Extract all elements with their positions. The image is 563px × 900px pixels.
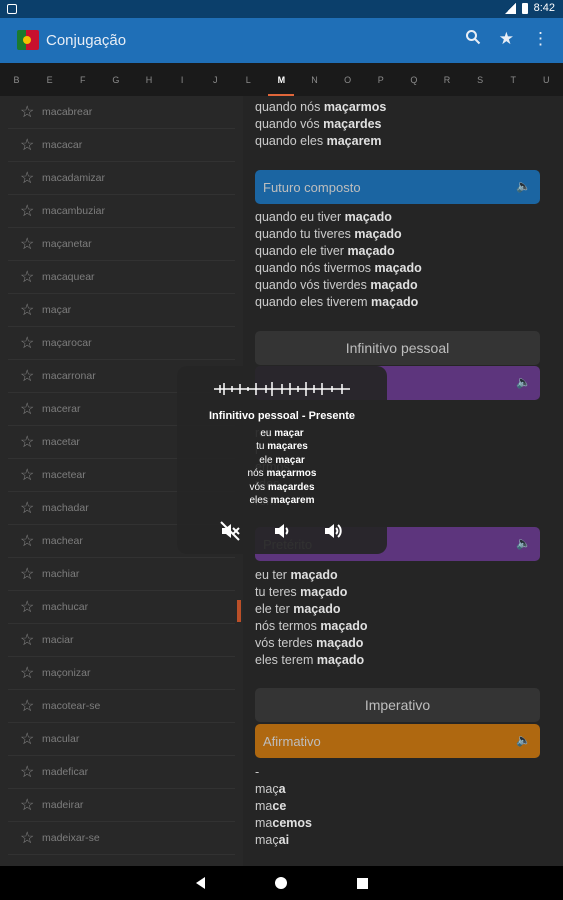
waveform-icon [214, 382, 350, 396]
home-icon[interactable] [274, 877, 287, 889]
status-bar: 8:42 [0, 0, 563, 18]
mute-icon[interactable] [219, 520, 241, 547]
back-icon[interactable] [195, 877, 205, 889]
recents-icon[interactable] [356, 877, 368, 889]
letter-tab-o[interactable]: O [335, 75, 361, 85]
volume-high-icon[interactable] [323, 520, 345, 547]
letter-tab-p[interactable]: P [368, 75, 394, 85]
letter-tab-t[interactable]: T [500, 75, 526, 85]
popup-form-line: eu maçar [260, 428, 304, 439]
popup-form-line: ele maçar [259, 454, 305, 466]
letter-tab-j[interactable]: J [202, 75, 228, 85]
popup-title: Infinitivo pessoal - Presente [208, 410, 356, 422]
letter-tab-n[interactable]: N [302, 75, 328, 85]
popup-form-line: nós maçarmos [247, 468, 317, 480]
notification-icon [7, 4, 17, 14]
app-bar: Conjugação ★ ⋮ [0, 18, 563, 63]
star-icon[interactable]: ★ [499, 29, 514, 50]
status-icons: 8:42 [504, 2, 555, 14]
letter-tab-r[interactable]: R [434, 75, 460, 85]
letter-tab-q[interactable]: Q [401, 75, 427, 85]
letter-tab-f[interactable]: F [70, 75, 96, 85]
more-icon[interactable]: ⋮ [532, 29, 549, 50]
letter-tab-i[interactable]: I [169, 75, 195, 85]
system-nav-bar [0, 866, 563, 900]
letter-tab-g[interactable]: G [103, 75, 129, 85]
letter-tab-h[interactable]: H [136, 75, 162, 85]
volume-low-icon[interactable] [271, 520, 293, 547]
search-icon[interactable] [465, 29, 481, 50]
letter-tab-m[interactable]: M [268, 75, 295, 97]
letter-tab-s[interactable]: S [467, 75, 493, 85]
status-time: 8:42 [533, 2, 555, 14]
letter-tab-b[interactable]: B [4, 75, 30, 85]
audio-popup: Infinitivo pessoal - Presente eu maçar tu… [177, 366, 387, 554]
popup-forms: eu maçar tu maçares ele maçar nós maçarmos v… [177, 427, 387, 507]
app-title: Conjugação [46, 32, 127, 49]
letter-tab-e[interactable]: E [37, 75, 63, 85]
portugal-flag-icon [17, 30, 39, 50]
letter-tab-u[interactable]: U [533, 75, 559, 85]
popup-form-line: eles maçarem [249, 495, 315, 507]
letter-tab-l[interactable]: L [235, 75, 261, 85]
signal-icon [504, 2, 516, 14]
popup-form-line: tu maçares [256, 441, 308, 453]
popup-form-line: vós maçardes [249, 481, 315, 493]
battery-icon [521, 2, 528, 14]
letter-tabs: BEFGHIJLMNOPQRSTU [0, 63, 563, 97]
